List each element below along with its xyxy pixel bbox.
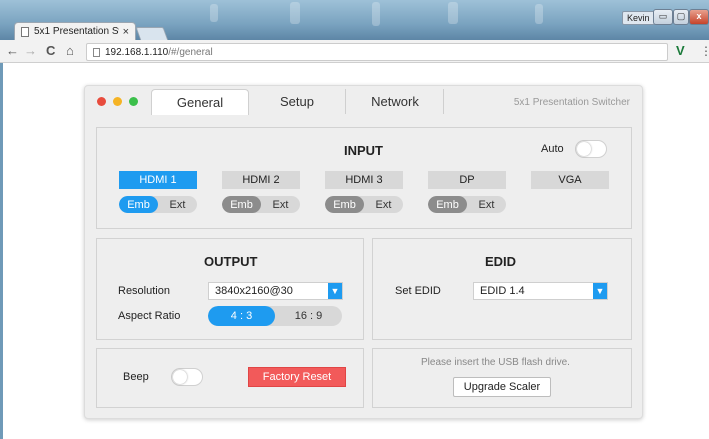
resolution-select[interactable]: 3840x2160@30 ▼ xyxy=(208,282,343,300)
reload-icon[interactable]: C xyxy=(46,43,55,59)
close-dot[interactable] xyxy=(97,97,106,106)
input-title: INPUT xyxy=(344,143,383,158)
ext-option[interactable]: Ext xyxy=(158,196,197,213)
close-tab-icon[interactable]: × xyxy=(123,26,129,38)
chevron-down-icon[interactable]: ▼ xyxy=(593,283,607,299)
factory-reset-button[interactable]: Factory Reset xyxy=(248,367,346,387)
aspect-4-3-option[interactable]: 4 : 3 xyxy=(208,306,275,326)
source-hdmi3-button[interactable]: HDMI 3 xyxy=(325,171,403,189)
ext-option[interactable]: Ext xyxy=(364,196,403,213)
page-info-icon[interactable] xyxy=(93,47,100,57)
toggle-knob xyxy=(173,370,187,384)
maximize-dot[interactable] xyxy=(129,97,138,106)
tab-setup[interactable]: Setup xyxy=(249,89,346,114)
browser-tab-title: 5x1 Presentation Switc xyxy=(34,26,119,37)
upgrade-scaler-button[interactable]: Upgrade Scaler xyxy=(453,377,551,397)
switcher-panel: General Setup Network 5x1 Presentation S… xyxy=(84,85,643,419)
url-host: 192.168.1.110 xyxy=(105,46,169,58)
auto-label: Auto xyxy=(541,143,564,155)
audio-selector-hdmi1[interactable]: Emb Ext xyxy=(119,196,197,213)
input-section: INPUT Auto HDMI 1 HDMI 2 HDMI 3 DP VGA E… xyxy=(96,127,632,229)
minimize-button[interactable]: ▭ xyxy=(653,9,673,25)
ext-option[interactable]: Ext xyxy=(467,196,506,213)
beep-label: Beep xyxy=(123,371,149,383)
aspect-16-9-option[interactable]: 16 : 9 xyxy=(275,306,342,326)
set-edid-label: Set EDID xyxy=(395,285,441,297)
beep-toggle[interactable] xyxy=(171,368,203,386)
close-window-button[interactable]: x xyxy=(689,9,709,25)
emb-option[interactable]: Emb xyxy=(428,196,467,213)
ext-option[interactable]: Ext xyxy=(261,196,300,213)
maximize-button[interactable]: ▢ xyxy=(673,9,689,25)
beep-section: Beep Factory Reset xyxy=(96,348,364,408)
url-path: /#/general xyxy=(168,46,213,58)
toggle-knob xyxy=(577,142,591,156)
forward-icon[interactable]: → xyxy=(24,43,37,59)
aspect-ratio-label: Aspect Ratio xyxy=(118,310,181,322)
new-tab-button[interactable] xyxy=(135,27,169,41)
address-bar[interactable]: 192.168.1.110 /#/general xyxy=(86,43,668,61)
home-icon[interactable]: ⌂ xyxy=(66,43,74,59)
output-title: OUTPUT xyxy=(204,254,258,269)
browser-nav-bar: ← → C ⌂ 192.168.1.110 /#/general xyxy=(0,40,709,63)
audio-selector-hdmi3[interactable]: Emb Ext xyxy=(325,196,403,213)
resolution-value: 3840x2160@30 xyxy=(215,285,293,297)
output-section: OUTPUT Resolution 3840x2160@30 ▼ Aspect … xyxy=(96,238,364,340)
extension-icon[interactable]: V xyxy=(676,44,688,58)
upgrade-section: Please insert the USB flash drive. Upgra… xyxy=(372,348,632,408)
browser-tab[interactable]: 5x1 Presentation Switc × xyxy=(14,22,136,40)
source-hdmi1-button[interactable]: HDMI 1 xyxy=(119,171,197,189)
chevron-down-icon[interactable]: ▼ xyxy=(328,283,342,299)
tab-network[interactable]: Network xyxy=(347,89,444,114)
user-profile-badge[interactable]: Kevin xyxy=(622,11,655,25)
emb-option[interactable]: Emb xyxy=(222,196,261,213)
emb-option[interactable]: Emb xyxy=(119,196,158,213)
product-name: 5x1 Presentation Switcher xyxy=(513,97,630,108)
minimize-dot[interactable] xyxy=(113,97,122,106)
source-dp-button[interactable]: DP xyxy=(428,171,506,189)
page-icon xyxy=(21,26,29,37)
emb-option[interactable]: Emb xyxy=(325,196,364,213)
tab-general[interactable]: General xyxy=(151,89,249,115)
browser-menu-icon[interactable]: ⋮ xyxy=(700,44,709,58)
audio-selector-hdmi2[interactable]: Emb Ext xyxy=(222,196,300,213)
edid-value: EDID 1.4 xyxy=(480,285,525,297)
auto-toggle[interactable] xyxy=(575,140,607,158)
browser-tab-bar: 5x1 Presentation Switc × Kevin ▭ ▢ x xyxy=(0,0,709,41)
source-hdmi2-button[interactable]: HDMI 2 xyxy=(222,171,300,189)
edid-section: EDID Set EDID EDID 1.4 ▼ xyxy=(372,238,632,340)
edid-title: EDID xyxy=(485,254,517,269)
edid-select[interactable]: EDID 1.4 ▼ xyxy=(473,282,608,300)
resolution-label: Resolution xyxy=(118,285,170,297)
window-edge xyxy=(0,63,3,439)
audio-selector-dp[interactable]: Emb Ext xyxy=(428,196,506,213)
back-icon[interactable]: ← xyxy=(6,43,19,59)
usb-hint-text: Please insert the USB flash drive. xyxy=(421,357,570,368)
page-content: General Setup Network 5x1 Presentation S… xyxy=(0,63,709,439)
aspect-ratio-selector[interactable]: 4 : 3 16 : 9 xyxy=(208,306,342,326)
source-vga-button[interactable]: VGA xyxy=(531,171,609,189)
